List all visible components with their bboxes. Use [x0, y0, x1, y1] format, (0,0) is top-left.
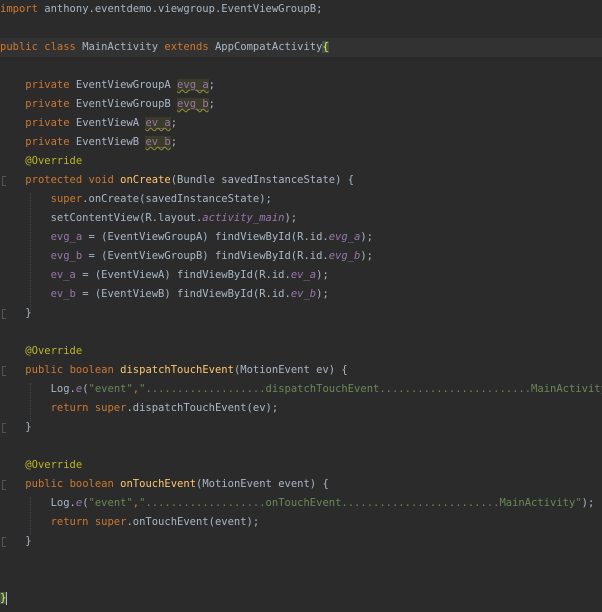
code-line-field: private EventViewB ev_b;	[25, 136, 178, 148]
code-line-class-declaration: public class MainActivity extends AppCom…	[0, 38, 602, 57]
code-line-annotation: @Override	[25, 345, 83, 357]
code-line-close-brace: }	[0, 418, 602, 437]
code-line: Log.e("event","...................onTouc…	[50, 497, 595, 509]
code-line: return super.dispatchTouchEvent(ev);	[50, 402, 279, 414]
text-cursor	[6, 591, 8, 605]
code-line: ev_a = (EventViewA) findViewById(R.id.ev…	[50, 269, 329, 281]
code-line: super.onCreate(savedInstanceState);	[50, 193, 272, 205]
code-editor[interactable]: import anthony.eventdemo.viewgroup.Event…	[0, 0, 602, 612]
code-line-class-close: }	[0, 589, 602, 608]
fold-marker-icon[interactable]	[2, 537, 6, 547]
code-line: evg_a = (EventViewGroupA) findViewById(R…	[50, 231, 373, 243]
code-line-field: private EventViewA ev_a;	[25, 117, 178, 129]
code-line-close-brace: }	[0, 304, 602, 323]
code-line: ev_b = (EventViewB) findViewById(R.id.ev…	[50, 288, 329, 300]
code-line-field: private EventViewGroupB evg_b;	[25, 98, 215, 110]
code-line-annotation: @Override	[25, 459, 83, 471]
code-line-close-brace: }	[0, 532, 602, 551]
code-line-method-oncreate: protected void onCreate(Bundle savedInst…	[0, 171, 602, 190]
fold-marker-icon[interactable]	[2, 176, 6, 186]
matched-brace: {	[322, 41, 329, 53]
code-line: return super.onTouchEvent(event);	[50, 516, 260, 528]
code-line-annotation: @Override	[25, 155, 83, 167]
code-line-method-dispatchtouchevent: public boolean dispatchTouchEvent(Motion…	[0, 361, 602, 380]
fold-marker-icon[interactable]	[2, 366, 6, 376]
code-line-field: private EventViewGroupA evg_a;	[25, 79, 215, 91]
fold-marker-icon[interactable]	[2, 423, 6, 433]
code-line: Log.e("event","...................dispat…	[50, 383, 602, 395]
fold-marker-icon[interactable]	[2, 480, 6, 490]
code-line-import: import anthony.eventdemo.viewgroup.Event…	[0, 3, 323, 15]
code-line: setContentView(R.layout.activity_main);	[50, 212, 298, 224]
code-line-method-ontouchevent: public boolean onTouchEvent(MotionEvent …	[0, 475, 602, 494]
fold-marker-icon[interactable]	[2, 309, 6, 319]
code-line: evg_b = (EventViewGroupB) findViewById(R…	[50, 250, 373, 262]
